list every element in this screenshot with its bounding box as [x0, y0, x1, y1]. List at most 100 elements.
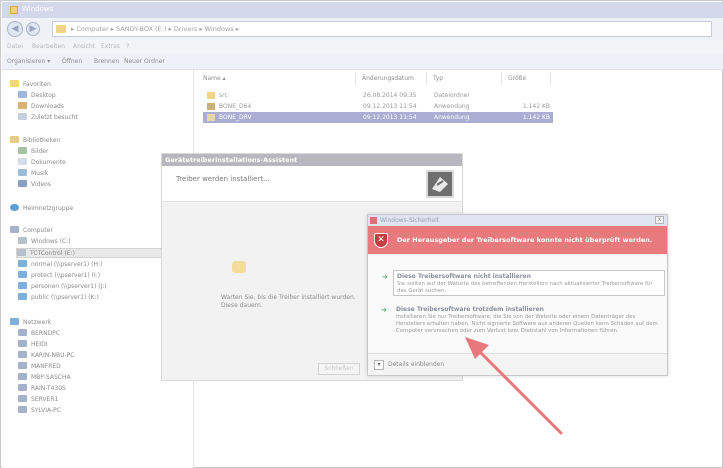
close-button[interactable]: x	[655, 216, 664, 224]
star-icon	[10, 80, 19, 87]
window-titlebar: Windows	[2, 2, 723, 18]
column-header-name[interactable]: Name ▴	[198, 73, 356, 85]
sidebar-item-personen[interactable]: personen (\\pserver1) (J:)	[18, 282, 107, 292]
warning-shield-icon: ✕	[374, 233, 388, 248]
folder-icon	[10, 6, 18, 14]
driver-wizard-icon	[426, 170, 454, 198]
sidebar-item-recent[interactable]: Zuletzt besucht	[18, 113, 78, 123]
address-bar: ◀ ▶ ▸ Computer ▸ SANDY-BOX (E:) ▸ Driver…	[2, 18, 723, 40]
sidebar-item-network-pc[interactable]: HEIDI	[18, 340, 47, 350]
dialog-title: Gerätetreiberinstallations-Assistent	[162, 154, 462, 166]
sidebar-item-homegroup[interactable]: Heimnetzgruppe	[10, 204, 73, 214]
install-progress-icon	[232, 261, 246, 273]
shield-icon	[370, 217, 377, 224]
sidebar-item-drive-tct[interactable]: TCTControl (E:)	[16, 248, 176, 258]
computer-icon	[18, 329, 27, 336]
videos-icon	[18, 180, 27, 187]
sidebar-item-network-pc[interactable]: RAIN-T430S	[18, 384, 66, 394]
sidebar-item-network-pc[interactable]: BERNDPC	[18, 329, 60, 339]
menu-edit[interactable]: Bearbeiten	[32, 43, 65, 50]
dialog-header: Treiber werden installiert...	[162, 166, 462, 202]
application-icon	[207, 114, 215, 121]
sidebar-item-normal[interactable]: normal (\\pserver1) (H:)	[18, 260, 102, 270]
security-dialog-title: Windows-Sicherheit	[380, 217, 440, 224]
sidebar-item-computer[interactable]: Computer	[10, 226, 53, 236]
back-button[interactable]: ◀	[7, 21, 23, 37]
sidebar-item-videos[interactable]: Videos	[18, 180, 51, 190]
dialog-heading: Treiber werden installiert...	[176, 175, 270, 183]
library-icon	[10, 136, 19, 143]
menu-view[interactable]: Ansicht	[73, 43, 95, 50]
folder-icon	[56, 25, 66, 33]
folder-icon	[207, 92, 215, 99]
new-folder-button[interactable]: Neuer Ordner	[124, 58, 165, 65]
sidebar-item-pictures[interactable]: Bilder	[18, 147, 48, 157]
green-arrow-icon: ➔	[382, 273, 388, 281]
sidebar-item-protect[interactable]: protect (\\pserver1) (I:)	[18, 271, 100, 281]
sidebar-item-network[interactable]: Netzwerk	[10, 318, 51, 328]
drive-icon	[17, 249, 26, 256]
chevron-down-icon[interactable]: ▾	[374, 360, 384, 370]
address-field[interactable]: ▸ Computer ▸ SANDY-BOX (E:) ▸ Drivers ▸ …	[52, 21, 712, 37]
column-header-size[interactable]: Größe	[503, 73, 551, 85]
sidebar-item-favorites[interactable]: Favoriten	[10, 80, 51, 90]
computer-icon	[18, 362, 27, 369]
network-drive-icon	[18, 271, 27, 278]
network-drive-icon	[18, 260, 27, 267]
option-description: Sie sollten auf der Website des betreffe…	[397, 281, 653, 294]
file-row-selected[interactable]: BONE_DRV 09.12.2013 11:54 Anwendung 1.14…	[203, 112, 553, 123]
sidebar-item-downloads[interactable]: Downloads	[18, 102, 64, 112]
recent-places-icon	[18, 113, 27, 120]
close-button[interactable]: Schließen	[318, 363, 360, 375]
warning-banner: ✕ Der Herausgeber der Treibersoftware ko…	[368, 226, 667, 254]
computer-icon	[10, 226, 19, 233]
menu-help[interactable]: ?	[126, 43, 129, 50]
computer-icon	[18, 373, 27, 380]
menu-tools[interactable]: Extras	[101, 43, 120, 50]
music-icon	[18, 169, 27, 176]
sidebar-item-network-pc[interactable]: MANFRED	[18, 362, 61, 372]
warning-text: Der Herausgeber der Treibersoftware konn…	[397, 236, 653, 244]
sidebar-item-network-pc[interactable]: MBP-SASCHA	[18, 373, 71, 383]
column-header-type[interactable]: Typ	[428, 73, 502, 85]
drive-icon	[18, 237, 27, 244]
documents-icon	[18, 158, 27, 165]
sidebar-item-documents[interactable]: Dokumente	[18, 158, 66, 168]
desktop-icon	[18, 91, 27, 98]
sidebar-item-network-pc[interactable]: KARIN-NBU-PC	[18, 351, 75, 361]
dont-install-option[interactable]: ➔ Diese Treibersoftware nicht installier…	[382, 270, 665, 296]
sidebar-item-music[interactable]: Musik	[18, 169, 48, 179]
homegroup-icon	[10, 204, 19, 211]
application-icon	[207, 103, 215, 110]
computer-icon	[18, 340, 27, 347]
security-dialog-titlebar: Windows-Sicherheit x	[368, 215, 667, 226]
computer-icon	[18, 406, 27, 413]
computer-icon	[18, 395, 27, 402]
forward-button[interactable]: ▶	[26, 22, 40, 36]
sidebar-item-libraries[interactable]: Bibliotheken	[10, 136, 60, 146]
column-header-date[interactable]: Änderungsdatum	[357, 73, 427, 85]
pictures-icon	[18, 147, 27, 154]
menu-file[interactable]: Datei	[7, 43, 23, 50]
file-list: Name ▴ Änderungsdatum Typ Größe src 26.0…	[198, 70, 723, 160]
command-bar: Organisieren ▾ Öffnen Brennen Neuer Ordn…	[2, 54, 723, 70]
option-title: Diese Treibersoftware nicht installieren	[397, 273, 532, 280]
pointer-arrow-icon	[465, 337, 563, 435]
window-title: Windows	[22, 5, 54, 13]
show-details-link[interactable]: Details einblenden	[388, 361, 444, 368]
computer-icon	[18, 351, 27, 358]
organize-button[interactable]: Organisieren ▾	[7, 58, 50, 65]
breadcrumb[interactable]: ▸ Computer ▸ SANDY-BOX (E:) ▸ Drivers ▸ …	[71, 25, 239, 33]
sidebar-item-drive-c[interactable]: Windows (C:)	[18, 237, 71, 247]
sidebar-item-network-pc[interactable]: SYLVIA-PC	[18, 406, 61, 416]
sidebar-item-network-pc[interactable]: SERVER1	[18, 395, 58, 405]
file-row[interactable]: src 26.08.2014 09:35 Dateiordner	[203, 90, 553, 101]
open-button[interactable]: Öffnen	[62, 58, 82, 65]
file-row[interactable]: BONE_D64 09.12.2013 11:54 Anwendung 1.14…	[203, 101, 553, 112]
menu-bar: Datei Bearbeiten Ansicht Extras ?	[2, 40, 723, 54]
burn-button[interactable]: Brennen	[94, 58, 119, 65]
network-drive-icon	[18, 282, 27, 289]
sidebar-item-desktop[interactable]: Desktop	[18, 91, 56, 101]
sidebar-item-public[interactable]: public (\\pserver1) (K:)	[18, 293, 99, 303]
option-title: Diese Treibersoftware trotzdem installie…	[396, 306, 544, 313]
